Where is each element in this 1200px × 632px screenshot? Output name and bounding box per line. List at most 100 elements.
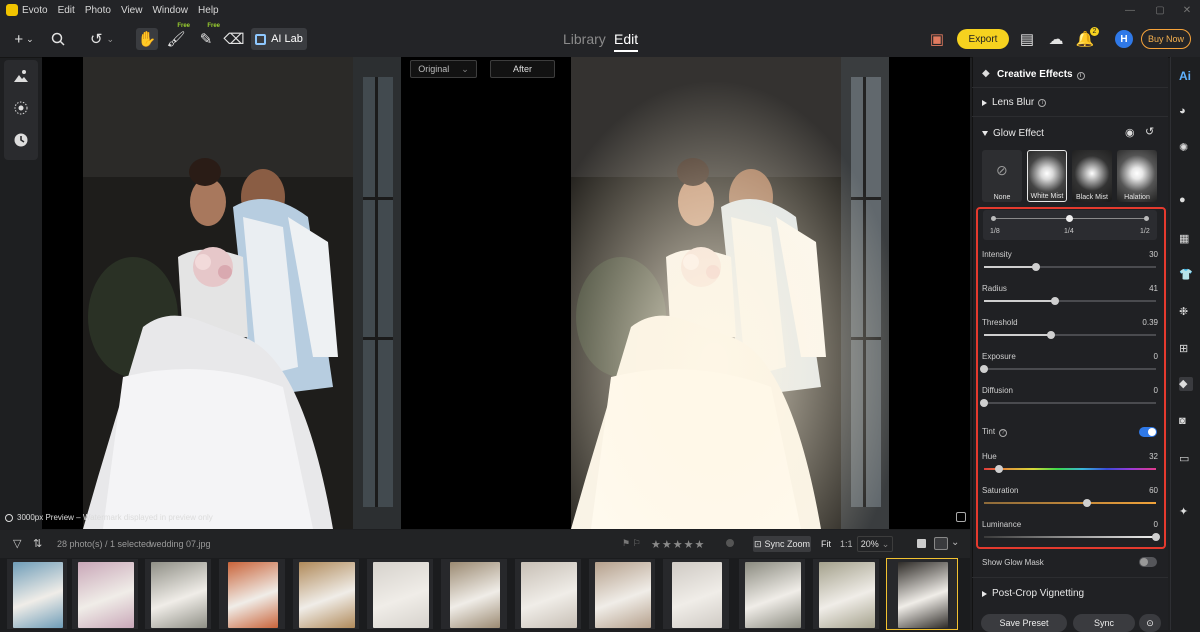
- zoom-select[interactable]: 20% ⌄: [857, 536, 893, 552]
- slider-knob[interactable]: [1152, 533, 1160, 541]
- paw-icon[interactable]: ❉: [1179, 305, 1193, 319]
- crop-icon[interactable]: ⊞: [1179, 342, 1193, 356]
- slider-track[interactable]: [984, 533, 1160, 541]
- slider-track[interactable]: [980, 365, 1156, 373]
- slider-threshold[interactable]: Threshold 0.39: [982, 318, 1158, 346]
- tab-library[interactable]: Library: [563, 31, 606, 47]
- filmstrip-thumb[interactable]: [662, 558, 730, 630]
- calendar-icon[interactable]: ▦: [1179, 232, 1193, 246]
- search-icon[interactable]: [48, 28, 68, 50]
- slider-intensity[interactable]: Intensity 30: [982, 250, 1158, 278]
- preset-halation[interactable]: Halation: [1117, 150, 1157, 202]
- filmstrip-thumb[interactable]: [440, 558, 508, 630]
- add-icon[interactable]: + ⌄: [10, 28, 38, 50]
- menu-help[interactable]: Help: [198, 5, 219, 16]
- retouch-brush-icon[interactable]: 🖌 Free: [166, 23, 190, 50]
- patch-tool-icon[interactable]: ✎ Free: [198, 23, 220, 50]
- adjust-person-icon[interactable]: [13, 68, 29, 84]
- slider-knob[interactable]: [1050, 297, 1059, 305]
- single-view-icon[interactable]: [917, 539, 926, 548]
- section-lens-blur[interactable]: Lens Blur i: [982, 97, 1047, 108]
- avatar[interactable]: H: [1115, 30, 1133, 48]
- preset-white-mist[interactable]: White Mist: [1027, 150, 1067, 202]
- one-to-one-button[interactable]: 1:1: [840, 539, 853, 549]
- slider-exposure[interactable]: Exposure 0: [980, 352, 1158, 380]
- section-glow-effect[interactable]: Glow Effect: [982, 128, 1044, 139]
- sort-icon[interactable]: ⇅: [33, 537, 42, 550]
- creative-effects-icon[interactable]: ◆: [1179, 377, 1193, 391]
- camera-icon[interactable]: ◙: [1179, 415, 1193, 429]
- flag-icon[interactable]: ⚑ ⚐: [622, 538, 641, 549]
- slider-track[interactable]: [980, 399, 1156, 407]
- chevron-down-icon[interactable]: ⌄: [951, 537, 959, 548]
- save-preset-button[interactable]: Save Preset: [981, 614, 1067, 632]
- slider-knob[interactable]: [1047, 331, 1056, 339]
- preset-black-mist[interactable]: Black Mist: [1072, 150, 1112, 202]
- ai-icon[interactable]: Ai: [1179, 69, 1193, 83]
- palette-icon[interactable]: ◕: [1179, 105, 1193, 119]
- menu-window[interactable]: Window: [152, 5, 188, 16]
- info-icon[interactable]: i: [1076, 72, 1085, 80]
- compare-view-icon[interactable]: [934, 537, 948, 550]
- face-icon[interactable]: ●: [1179, 194, 1193, 208]
- filmstrip-thumb[interactable]: [812, 558, 880, 630]
- noise-icon[interactable]: [13, 100, 29, 116]
- slider-luminance[interactable]: Luminance 0: [982, 520, 1160, 548]
- split-view-icon[interactable]: [956, 512, 966, 522]
- filmstrip-thumb[interactable]: [514, 558, 582, 630]
- maximize-icon[interactable]: ▢: [1145, 0, 1175, 20]
- filmstrip-thumb[interactable]: [588, 558, 656, 630]
- sync-options-button[interactable]: ⊙: [1139, 614, 1161, 632]
- slider-hue[interactable]: Hue 32: [982, 452, 1158, 480]
- menu-app-name[interactable]: Evoto: [22, 5, 48, 16]
- filmstrip-thumb[interactable]: [738, 558, 806, 630]
- menu-view[interactable]: View: [121, 5, 143, 16]
- eye-icon[interactable]: ◉: [1125, 126, 1135, 139]
- fit-button[interactable]: Fit: [821, 539, 831, 549]
- color-label-icon[interactable]: [726, 539, 734, 547]
- ai-lab-button[interactable]: AI Lab: [251, 28, 307, 50]
- slider-track[interactable]: [984, 499, 1156, 507]
- slider-knob[interactable]: [980, 365, 988, 373]
- undo-icon[interactable]: ↺ ⌄: [86, 28, 118, 50]
- hand-tool-icon[interactable]: ✋: [136, 28, 158, 50]
- filmstrip-thumb[interactable]: [292, 558, 360, 630]
- reset-icon[interactable]: ↺: [1145, 125, 1154, 138]
- before-photo[interactable]: [83, 57, 401, 529]
- info-icon[interactable]: ?: [999, 429, 1008, 437]
- filmstrip-thumb[interactable]: [71, 558, 139, 630]
- gift-icon[interactable]: ▣: [929, 28, 945, 50]
- slider-track[interactable]: [984, 297, 1156, 305]
- slider-track[interactable]: [984, 465, 1156, 473]
- menu-photo[interactable]: Photo: [85, 5, 111, 16]
- radius-stop[interactable]: [991, 216, 996, 221]
- noise-icon[interactable]: ✺: [1179, 141, 1193, 155]
- section-post-crop-vignetting[interactable]: Post-Crop Vignetting: [982, 588, 1084, 599]
- slider-saturation[interactable]: Saturation 60: [982, 486, 1158, 514]
- preset-none[interactable]: ⊘ None: [982, 150, 1022, 202]
- tab-edit[interactable]: Edit: [614, 31, 638, 47]
- show-glow-mask-toggle[interactable]: [1139, 557, 1157, 567]
- filmstrip-thumb[interactable]: [886, 558, 958, 630]
- after-view-label[interactable]: After: [490, 60, 555, 78]
- cloud-icon[interactable]: ☁: [1048, 28, 1064, 50]
- filmstrip-thumb[interactable]: [6, 558, 68, 630]
- filmstrip-thumb[interactable]: [218, 558, 286, 630]
- share-icon[interactable]: ▤: [1020, 28, 1034, 50]
- slider-knob[interactable]: [1031, 263, 1040, 271]
- star-rating[interactable]: ★★★★★: [651, 538, 705, 551]
- menu-edit[interactable]: Edit: [58, 5, 75, 16]
- slider-radius[interactable]: Radius 41: [982, 284, 1158, 312]
- radius-stop[interactable]: [1144, 216, 1149, 221]
- tint-toggle[interactable]: [1139, 427, 1157, 437]
- star-tag-icon[interactable]: ✦: [1179, 505, 1193, 519]
- buy-now-button[interactable]: Buy Now: [1141, 29, 1191, 49]
- radius-picker[interactable]: 1/8 1/4 1/2: [983, 210, 1157, 240]
- after-photo[interactable]: [571, 57, 889, 529]
- sync-zoom-button[interactable]: ⊡ Sync Zoom: [753, 536, 811, 552]
- export-button[interactable]: Export: [957, 29, 1009, 49]
- slider-track[interactable]: [984, 263, 1156, 271]
- filter-icon[interactable]: ▽: [13, 537, 21, 550]
- original-view-select[interactable]: Original ⌄: [410, 60, 477, 78]
- slider-knob[interactable]: [980, 399, 988, 407]
